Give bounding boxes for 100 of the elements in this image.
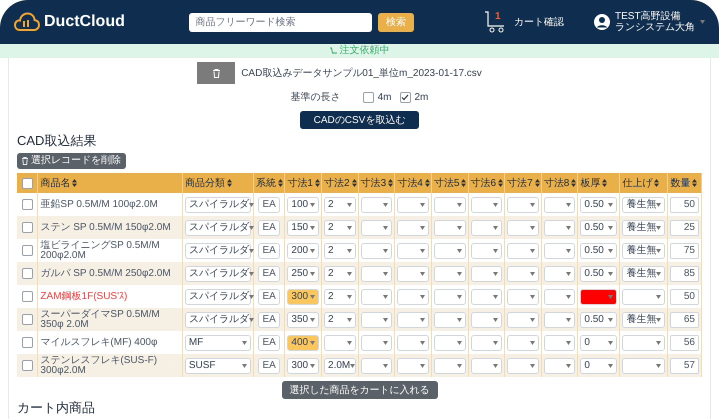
quantity-field[interactable]: 25 (670, 220, 699, 236)
checkbox[interactable] (362, 92, 374, 103)
column-header[interactable]: 寸法7 (504, 173, 542, 193)
system-field[interactable]: EA (258, 196, 280, 212)
dropdown[interactable] (507, 358, 539, 374)
dropdown[interactable]: 2 (324, 312, 356, 328)
checkbox[interactable] (22, 245, 33, 256)
column-header[interactable]: 寸法6 (468, 173, 505, 193)
dropdown[interactable] (544, 220, 576, 236)
checkbox[interactable] (400, 92, 410, 103)
column-header[interactable]: 商品分類 (182, 173, 254, 193)
column-header[interactable]: 寸法2 (322, 173, 358, 193)
dropdown[interactable]: 2 (324, 220, 356, 236)
quantity-field[interactable]: 50 (670, 196, 699, 212)
column-header[interactable]: 寸法3 (358, 173, 395, 193)
dropdown[interactable] (544, 266, 576, 282)
column-header[interactable]: 寸法1 (284, 173, 322, 193)
dropdown[interactable] (360, 266, 392, 282)
dropdown[interactable]: スパイラルダ (184, 220, 251, 236)
dropdown[interactable] (470, 220, 502, 236)
dropdown[interactable] (507, 242, 539, 258)
checkbox[interactable] (22, 222, 33, 233)
dropdown[interactable] (397, 220, 429, 236)
cart-link[interactable]: カート確認 (514, 14, 564, 30)
sort-icon[interactable] (72, 179, 78, 187)
dropdown[interactable]: 2.0M (324, 358, 356, 374)
checkbox[interactable] (22, 291, 33, 302)
system-field[interactable]: EA (258, 266, 280, 282)
sort-icon[interactable] (692, 179, 698, 187)
system-field[interactable]: EA (258, 312, 280, 328)
dropdown[interactable] (544, 358, 576, 374)
dropdown[interactable]: 養生無 (622, 266, 666, 282)
dropdown[interactable] (360, 288, 392, 304)
dropdown[interactable] (397, 196, 429, 212)
dropdown[interactable]: 2 (324, 288, 356, 304)
column-header[interactable]: 数量 (668, 173, 702, 193)
dropdown[interactable] (470, 334, 502, 350)
dropdown[interactable] (544, 242, 576, 258)
dropdown[interactable]: 200 (287, 242, 320, 258)
delete-file-button[interactable] (197, 62, 236, 84)
dropdown[interactable]: スパイラルダ (184, 266, 251, 282)
dropdown[interactable] (470, 266, 502, 282)
sort-icon[interactable] (602, 179, 608, 187)
column-header[interactable]: 寸法4 (394, 173, 432, 193)
column-header[interactable]: 板厚 (578, 173, 620, 193)
checkbox[interactable] (22, 268, 33, 279)
dropdown[interactable] (470, 196, 502, 212)
dropdown[interactable]: 養生無 (622, 196, 666, 212)
column-header[interactable]: 寸法5 (431, 173, 468, 193)
dropdown[interactable]: MF (184, 334, 251, 350)
dropdown[interactable] (360, 196, 392, 212)
checkbox[interactable] (22, 314, 33, 325)
system-field[interactable]: EA (258, 334, 280, 350)
dropdown[interactable]: 100 (287, 196, 320, 212)
dropdown[interactable] (360, 334, 392, 350)
system-field[interactable]: EA (258, 242, 280, 258)
checkbox[interactable] (22, 337, 33, 348)
dropdown[interactable]: スパイラルダ (184, 288, 251, 304)
dropdown[interactable]: 0 (580, 358, 618, 374)
dropdown[interactable] (470, 358, 502, 374)
sort-icon[interactable] (654, 179, 660, 187)
dropdown[interactable] (507, 288, 539, 304)
dropdown[interactable] (397, 358, 429, 374)
quantity-field[interactable]: 75 (670, 242, 699, 258)
dropdown[interactable] (397, 266, 429, 282)
quantity-field[interactable]: 56 (670, 334, 699, 350)
quantity-field[interactable]: 85 (670, 266, 699, 282)
dropdown[interactable]: 養生無 (622, 312, 666, 328)
dropdown[interactable]: 0.50 (580, 242, 618, 258)
dropdown[interactable]: SUSF (184, 358, 251, 374)
import-csv-button[interactable]: CADのCSVを取込む (300, 111, 420, 129)
dropdown[interactable] (360, 312, 392, 328)
dropdown[interactable] (397, 334, 429, 350)
dropdown[interactable] (360, 358, 392, 374)
dropdown[interactable]: 0.50 (580, 196, 618, 212)
checkbox[interactable] (22, 178, 33, 188)
dropdown[interactable]: 2 (324, 266, 356, 282)
dropdown[interactable] (544, 196, 576, 212)
column-header[interactable]: 商品名 (38, 173, 182, 193)
dropdown[interactable]: 250 (287, 266, 320, 282)
dropdown[interactable] (470, 288, 502, 304)
system-field[interactable]: EA (258, 220, 280, 236)
dropdown[interactable] (397, 312, 429, 328)
dropdown[interactable] (507, 196, 539, 212)
column-header[interactable]: 仕上げ (620, 173, 668, 193)
quantity-field[interactable]: 65 (670, 312, 699, 328)
dropdown[interactable] (507, 334, 539, 350)
column-header[interactable]: 系統 (254, 173, 285, 193)
dropdown[interactable] (360, 220, 392, 236)
dropdown[interactable]: スパイラルダ (184, 242, 251, 258)
dropdown[interactable]: スパイラルダ (184, 196, 251, 212)
delete-records-button[interactable]: 選択レコードを削除 (17, 153, 126, 169)
dropdown[interactable]: 350 (287, 312, 320, 328)
quantity-field[interactable]: 57 (670, 358, 699, 374)
dropdown[interactable]: 300 (287, 288, 320, 304)
dropdown[interactable] (470, 312, 502, 328)
dropdown[interactable]: 0 (580, 334, 618, 350)
dropdown[interactable]: 400 (287, 334, 320, 350)
system-field[interactable]: EA (258, 358, 280, 374)
quantity-field[interactable]: 50 (670, 288, 699, 304)
